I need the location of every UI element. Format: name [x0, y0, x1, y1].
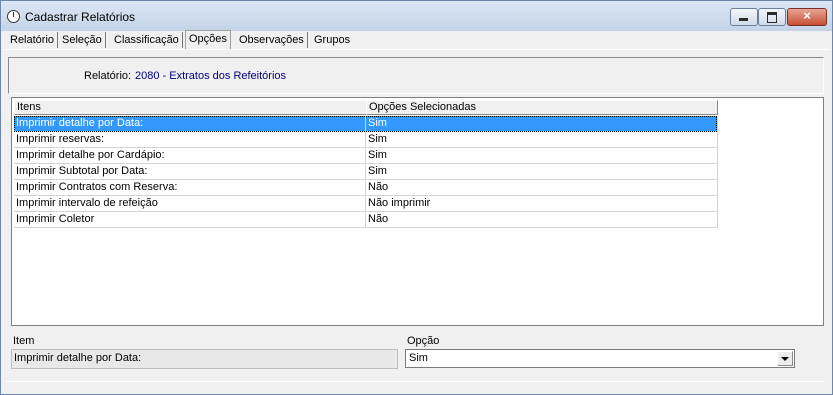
options-grid[interactable]: Itens Opções Selecionadas Imprimir detal…: [11, 97, 824, 326]
grid-header: Itens Opções Selecionadas: [14, 100, 718, 115]
row-item: Imprimir Contratos com Reserva:: [14, 180, 366, 196]
app-clock-icon: [7, 10, 20, 23]
table-row[interactable]: Imprimir detalhe por Data: Sim: [14, 116, 718, 132]
minimize-button[interactable]: [730, 8, 758, 26]
row-option: Não: [366, 180, 718, 196]
tab-observacoes[interactable]: Observações: [236, 32, 308, 48]
table-row[interactable]: Imprimir Contratos com Reserva: Não: [14, 180, 718, 196]
report-label: Relatório:: [84, 70, 132, 82]
maximize-icon: [767, 12, 777, 23]
title-bar[interactable]: Cadastrar Relatórios ×: [1, 1, 832, 31]
row-option: Não: [366, 212, 718, 228]
maximize-button[interactable]: [758, 8, 786, 26]
row-item: Imprimir detalhe por Data:: [14, 116, 366, 132]
row-item: Imprimir reservas:: [14, 132, 366, 148]
row-option: Sim: [366, 164, 718, 180]
tab-relatorio[interactable]: Relatório: [7, 32, 59, 48]
row-option: Sim: [366, 116, 718, 132]
row-item: Imprimir Coletor: [14, 212, 366, 228]
client-area: Relatório Seleção Classificação Opções O…: [4, 30, 829, 392]
table-row[interactable]: Imprimir reservas: Sim: [14, 132, 718, 148]
options-tab-panel: Relatório: 2080 - Extratos dos Refeitóri…: [4, 49, 829, 392]
item-field: Imprimir detalhe por Data:: [11, 349, 398, 369]
tab-opcoes[interactable]: Opções: [185, 30, 231, 50]
table-row[interactable]: Imprimir Subtotal por Data: Sim: [14, 164, 718, 180]
tab-selecao[interactable]: Seleção: [59, 32, 106, 48]
table-row[interactable]: Imprimir detalhe por Cardápio: Sim: [14, 148, 718, 164]
row-item: Imprimir Subtotal por Data:: [14, 164, 366, 180]
report-window: Cadastrar Relatórios × Relatório Seleção…: [0, 0, 833, 395]
row-item: Imprimir detalhe por Cardápio:: [14, 148, 366, 164]
row-option: Não imprimir: [366, 196, 718, 212]
report-info-panel: Relatório: 2080 - Extratos dos Refeitóri…: [8, 57, 824, 94]
row-option: Sim: [366, 148, 718, 164]
table-row[interactable]: Imprimir Coletor Não: [14, 212, 718, 228]
minimize-icon: [739, 18, 748, 21]
tab-grupos[interactable]: Grupos: [311, 32, 353, 48]
column-header-opcoes[interactable]: Opções Selecionadas: [366, 100, 718, 115]
row-option: Sim: [366, 132, 718, 148]
tab-classificacao[interactable]: Classificação: [111, 32, 183, 48]
report-value: 2080 - Extratos dos Refeitórios: [135, 70, 287, 82]
row-item: Imprimir intervalo de refeição: [14, 196, 366, 212]
window-title: Cadastrar Relatórios: [25, 10, 136, 24]
option-select[interactable]: Sim: [405, 349, 795, 368]
table-row[interactable]: Imprimir intervalo de refeição Não impri…: [14, 196, 718, 212]
close-icon: ×: [803, 8, 811, 23]
item-label: Item: [13, 335, 35, 347]
column-header-itens[interactable]: Itens: [14, 100, 367, 115]
close-button[interactable]: ×: [787, 8, 827, 26]
chevron-down-icon: [781, 357, 789, 361]
divider: [6, 381, 824, 382]
dropdown-button[interactable]: [777, 351, 793, 366]
option-select-value: Sim: [409, 352, 428, 364]
option-label: Opção: [407, 335, 440, 347]
